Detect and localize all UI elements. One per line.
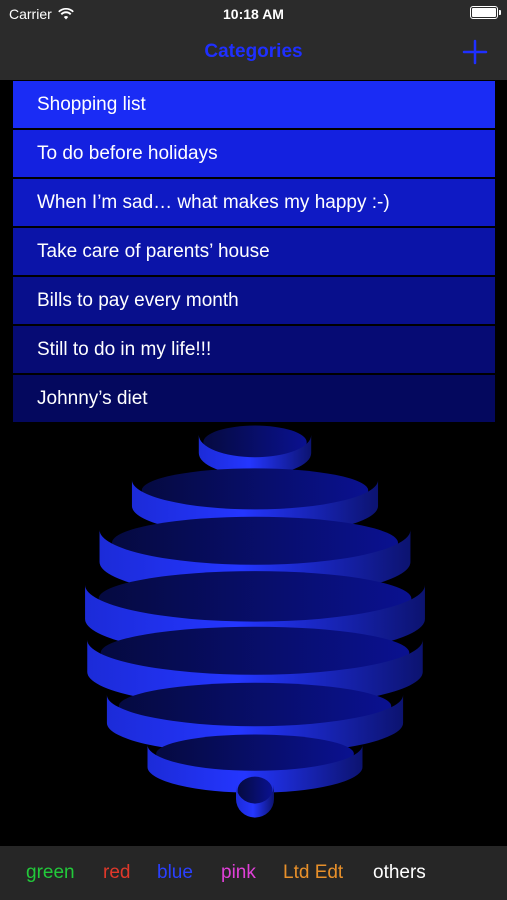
category-row[interactable]: Shopping list xyxy=(13,80,495,129)
category-row[interactable]: Bills to pay every month xyxy=(13,276,495,325)
category-label: To do before holidays xyxy=(37,142,218,164)
category-row[interactable]: Still to do in my life!!! xyxy=(13,325,495,374)
tab-others[interactable]: others xyxy=(373,862,426,884)
category-label: Shopping list xyxy=(37,93,146,115)
navigation-bar: Categories xyxy=(0,28,507,80)
category-label: Take care of parents’ house xyxy=(37,240,270,262)
category-row[interactable]: Take care of parents’ house xyxy=(13,227,495,276)
battery-icon xyxy=(470,6,501,19)
tab-green[interactable]: green xyxy=(26,862,75,884)
tab-red[interactable]: red xyxy=(103,862,130,884)
status-bar: Carrier 10:18 AM xyxy=(0,0,507,28)
color-tab-bar: green red blue pink Ltd Edt others xyxy=(0,846,507,900)
category-label: Bills to pay every month xyxy=(37,289,239,311)
category-label: When I’m sad… what makes my happy :-) xyxy=(37,191,390,213)
category-list: Shopping list To do before holidays When I… xyxy=(13,80,495,423)
add-category-button[interactable] xyxy=(461,38,489,66)
status-time: 10:18 AM xyxy=(223,6,284,22)
category-row[interactable]: Johnny’s diet xyxy=(13,374,495,423)
category-row[interactable]: To do before holidays xyxy=(13,129,495,178)
page-title: Categories xyxy=(204,41,303,62)
tab-ltd-edt[interactable]: Ltd Edt xyxy=(283,862,343,884)
spiral-sphere-image xyxy=(85,425,425,818)
tab-blue[interactable]: blue xyxy=(157,862,193,884)
tab-pink[interactable]: pink xyxy=(221,862,256,884)
category-label: Still to do in my life!!! xyxy=(37,338,212,360)
category-label: Johnny’s diet xyxy=(37,387,148,409)
category-row[interactable]: When I’m sad… what makes my happy :-) xyxy=(13,178,495,227)
